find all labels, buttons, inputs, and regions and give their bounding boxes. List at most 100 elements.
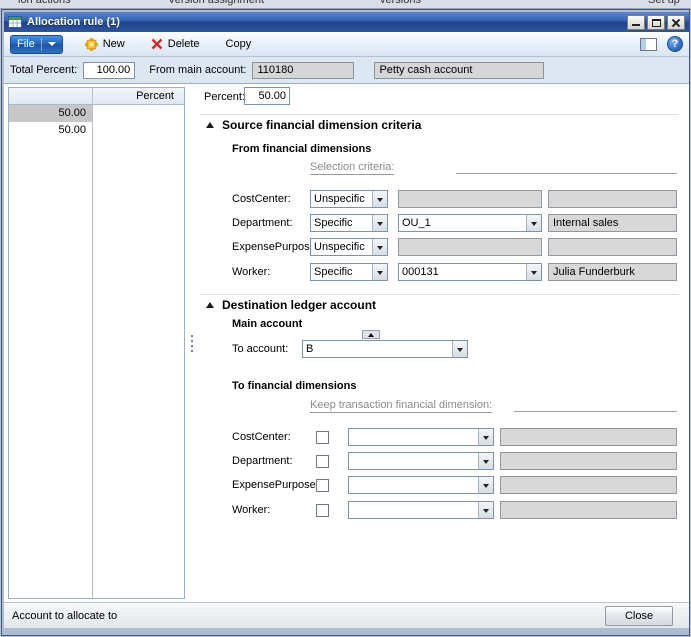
from-financial-dimensions-heading: From financial dimensions <box>232 143 371 155</box>
layout-icon <box>641 39 646 50</box>
splitter-dot <box>191 350 193 352</box>
dimension-checkbox[interactable] <box>316 504 329 517</box>
value-select[interactable]: OU_1 <box>398 214 542 232</box>
description-field <box>500 501 677 519</box>
value-text: 000131 <box>399 264 526 280</box>
grid-row[interactable]: 50.00 <box>9 105 184 122</box>
window-icon <box>8 15 22 29</box>
collapse-triangle-icon <box>206 302 214 308</box>
value-select[interactable]: 000131 <box>398 263 542 281</box>
splitter-dot <box>191 340 193 342</box>
file-menu-button[interactable]: File <box>10 35 63 54</box>
value-text: OU_1 <box>399 215 526 231</box>
window-title: Allocation rule (1) <box>27 16 120 28</box>
to-account-select[interactable]: B <box>302 340 468 358</box>
dropdown-arrow-button[interactable] <box>478 429 493 445</box>
background-text: ion actions <box>18 0 71 6</box>
maximize-icon <box>652 19 661 27</box>
destination-dimension-row: CostCenter: <box>196 428 687 446</box>
help-button[interactable]: ? <box>667 36 683 52</box>
dropdown-arrow-button[interactable] <box>372 215 387 231</box>
value-text <box>349 502 478 518</box>
maximize-button[interactable] <box>647 15 665 30</box>
destination-dimension-row: Department: <box>196 452 687 470</box>
mode-select[interactable]: Unspecific <box>310 190 388 208</box>
total-percent-label: Total Percent: <box>10 64 77 76</box>
mode-select[interactable]: Unspecific <box>310 238 388 256</box>
chevron-up-icon <box>368 330 374 337</box>
grid-column-header-percent[interactable]: Percent <box>9 88 184 105</box>
percent-cell: 50.00 <box>9 105 92 122</box>
selection-criteria-link[interactable]: Selection criteria: <box>310 161 394 175</box>
new-button-label: New <box>103 38 125 50</box>
new-button[interactable]: New <box>81 34 129 54</box>
dimension-select[interactable] <box>348 452 494 470</box>
background-text: versions <box>380 0 421 6</box>
mode-select[interactable]: Specific <box>310 214 388 232</box>
dropdown-arrow-button[interactable] <box>526 215 541 231</box>
splitter-handle[interactable] <box>188 84 195 602</box>
dimension-label: Worker: <box>232 504 270 516</box>
splitter-dot <box>191 335 193 337</box>
dropdown-arrow-button[interactable] <box>478 502 493 518</box>
to-account-value: B <box>303 341 452 357</box>
layout-button[interactable] <box>640 38 657 51</box>
section-title: Source financial dimension criteria <box>222 118 421 132</box>
close-button[interactable]: Close <box>605 606 673 626</box>
dimension-label: CostCenter: <box>232 193 291 205</box>
copy-button[interactable]: Copy <box>222 34 256 54</box>
chevron-down-icon <box>48 42 56 50</box>
percent-label: Percent: <box>204 91 245 103</box>
close-window-button[interactable] <box>667 15 685 30</box>
dropdown-arrow-button[interactable] <box>372 239 387 255</box>
dimension-checkbox[interactable] <box>316 479 329 492</box>
title-bar[interactable]: Allocation rule (1) <box>4 12 689 32</box>
dropdown-arrow-button[interactable] <box>478 453 493 469</box>
dropdown-arrow-button[interactable] <box>478 477 493 493</box>
description-field <box>500 452 677 470</box>
dimension-select[interactable] <box>348 428 494 446</box>
description-field <box>548 190 677 208</box>
combo-scroll-up-button[interactable] <box>362 330 380 339</box>
source-dimension-row: Worker: Specific 000131 Julia Funderburk <box>196 263 687 281</box>
minimize-button[interactable] <box>627 15 645 30</box>
chevron-down-icon <box>531 271 537 278</box>
dropdown-arrow-button[interactable] <box>526 264 541 280</box>
section-separator <box>200 114 679 115</box>
delete-button[interactable]: Delete <box>147 34 204 54</box>
section-title: Destination ledger account <box>222 298 376 312</box>
dimension-select[interactable] <box>348 476 494 494</box>
content-area: Percent 50.00 50.00 Percent: 50.00 <box>4 84 689 602</box>
divider <box>41 38 42 51</box>
dropdown-arrow-button[interactable] <box>452 341 467 357</box>
percent-field[interactable]: 50.00 <box>244 87 290 105</box>
background-text: Set up <box>648 0 680 6</box>
dimension-label: ExpensePurpose: <box>232 479 319 491</box>
dropdown-arrow-button[interactable] <box>372 191 387 207</box>
section-destination-ledger[interactable]: Destination ledger account <box>206 298 376 312</box>
mode-select[interactable]: Specific <box>310 263 388 281</box>
from-main-account-field: 110180 <box>252 62 354 79</box>
value-text <box>349 453 478 469</box>
file-menu-label: File <box>17 38 35 50</box>
grid-row[interactable]: 50.00 <box>9 122 184 139</box>
minimize-icon <box>632 24 640 26</box>
delete-icon <box>151 38 163 50</box>
value-text <box>349 477 478 493</box>
mode-value: Unspecific <box>311 239 372 255</box>
dimension-select[interactable] <box>348 501 494 519</box>
dimension-checkbox[interactable] <box>316 431 329 444</box>
description-field <box>548 238 677 256</box>
chevron-down-icon <box>483 460 489 467</box>
selection-criteria-line <box>456 158 677 174</box>
section-source-criteria[interactable]: Source financial dimension criteria <box>206 118 421 132</box>
mode-value: Specific <box>311 215 372 231</box>
background-window-strip: ion actions Version assignment versions … <box>0 0 691 9</box>
keep-transaction-link[interactable]: Keep transaction financial dimension: <box>310 399 492 413</box>
dropdown-arrow-button[interactable] <box>372 264 387 280</box>
dimension-checkbox[interactable] <box>316 455 329 468</box>
total-percent-field[interactable]: 100.00 <box>83 62 135 79</box>
chevron-down-icon <box>377 246 383 253</box>
source-dimension-row: CostCenter: Unspecific <box>196 190 687 208</box>
to-account-label: To account: <box>232 343 288 355</box>
